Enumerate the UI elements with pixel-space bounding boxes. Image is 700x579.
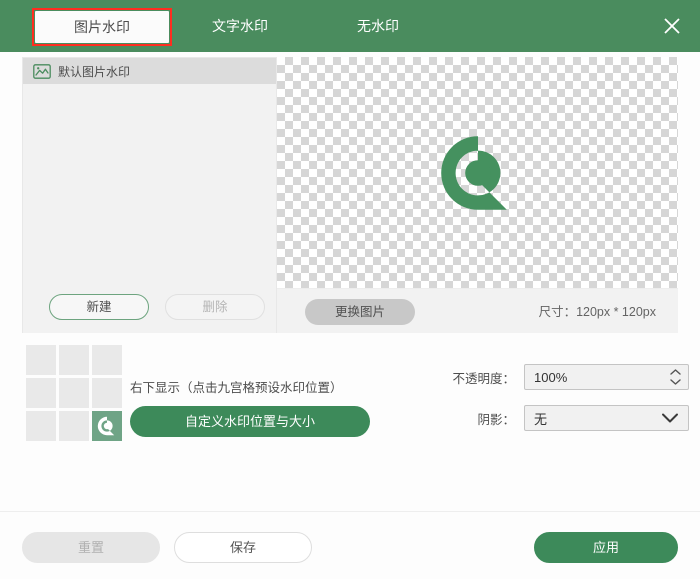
position-cell-bottom-left[interactable] — [26, 411, 56, 441]
shadow-value: 无 — [534, 411, 548, 427]
chevron-up-icon[interactable] — [669, 368, 682, 376]
save-button[interactable]: 保存 — [174, 532, 312, 563]
window-header: 图片水印 文字水印 无水印 — [0, 0, 700, 52]
tab-image-watermark[interactable]: 图片水印 — [35, 11, 169, 43]
chevron-down-icon[interactable] — [669, 378, 682, 386]
replace-image-label: 更换图片 — [334, 305, 385, 319]
apply-button[interactable]: 应用 — [534, 532, 678, 563]
transparency-checkerboard — [277, 57, 678, 288]
custom-position-size-label: 自定义水印位置与大小 — [184, 414, 315, 429]
watermark-editor-top-panel: 默认图片水印 新建 删除 更换图片 尺寸：120px * 120px — [0, 52, 700, 335]
shadow-select[interactable]: 无 — [524, 405, 689, 431]
position-cell-top-right[interactable] — [92, 345, 122, 375]
position-cell-middle-center[interactable] — [59, 378, 89, 408]
opacity-field-row: 不透明度： 100% — [450, 364, 689, 390]
preview-toolbar: 更换图片 尺寸：120px * 120px — [277, 288, 678, 335]
new-watermark-label: 新建 — [86, 300, 112, 314]
tab-image-watermark-label: 图片水印 — [74, 19, 130, 35]
close-icon — [664, 18, 680, 34]
tab-text-watermark-label: 文字水印 — [212, 18, 268, 34]
watermark-list-actions: 新建 删除 — [23, 294, 276, 320]
image-size-label: 尺寸：120px * 120px — [538, 305, 656, 319]
reset-button[interactable]: 重置 — [22, 532, 160, 563]
position-cell-middle-right[interactable] — [92, 378, 122, 408]
save-label: 保存 — [229, 540, 256, 555]
position-cell-bottom-right[interactable] — [92, 411, 122, 441]
position-cell-top-center[interactable] — [59, 345, 89, 375]
position-description: 右下显示（点击九宫格预设水印位置） — [130, 381, 343, 395]
picture-icon — [33, 63, 51, 79]
tab-no-watermark-label: 无水印 — [357, 18, 399, 34]
apply-label: 应用 — [592, 540, 619, 555]
custom-position-size-button[interactable]: 自定义水印位置与大小 — [130, 406, 370, 437]
delete-watermark-button[interactable]: 删除 — [165, 294, 265, 320]
chevron-down-icon[interactable] — [661, 413, 679, 424]
new-watermark-button[interactable]: 新建 — [49, 294, 149, 320]
position-cell-top-left[interactable] — [26, 345, 56, 375]
list-item[interactable]: 默认图片水印 — [23, 58, 276, 84]
opacity-stepper[interactable]: 100% — [524, 364, 689, 390]
reset-label: 重置 — [77, 540, 104, 555]
brand-logo-icon — [440, 135, 507, 210]
dialog-footer: 重置 保存 应用 — [0, 511, 700, 579]
opacity-label: 不透明度： — [452, 371, 515, 386]
position-grid[interactable] — [26, 345, 122, 441]
list-item-label: 默认图片水印 — [58, 64, 131, 79]
opacity-spinner-arrows[interactable] — [669, 368, 682, 386]
close-button[interactable] — [658, 12, 686, 40]
watermark-list[interactable]: 默认图片水印 — [23, 58, 276, 290]
position-cell-middle-left[interactable] — [26, 378, 56, 408]
watermark-settings-panel: 右下显示（点击九宫格预设水印位置） 自定义水印位置与大小 不透明度： 100% … — [0, 333, 700, 511]
watermark-list-panel: 默认图片水印 新建 删除 — [22, 57, 277, 335]
shadow-field-row: 阴影： 无 — [450, 405, 689, 431]
opacity-value: 100% — [534, 369, 568, 385]
position-cell-bottom-center[interactable] — [59, 411, 89, 441]
replace-image-button[interactable]: 更换图片 — [305, 299, 415, 325]
shadow-label: 阴影： — [477, 412, 515, 427]
brand-logo-icon — [97, 416, 115, 436]
tab-no-watermark[interactable]: 无水印 — [318, 0, 438, 52]
tab-text-watermark[interactable]: 文字水印 — [178, 0, 302, 52]
delete-watermark-label: 删除 — [202, 300, 228, 314]
watermark-preview-panel: 更换图片 尺寸：120px * 120px — [277, 57, 678, 335]
